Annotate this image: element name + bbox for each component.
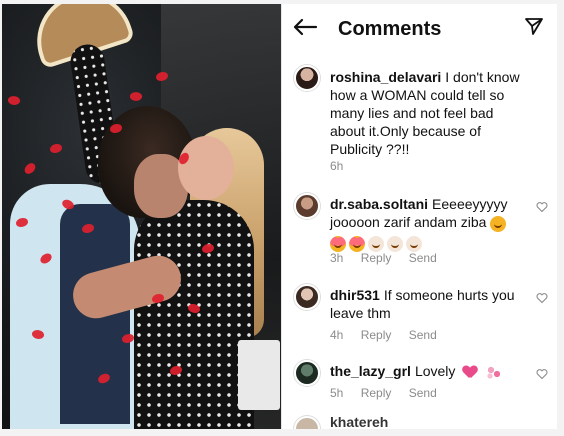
comments-panel: Comments roshina_delavari I don't know ho… xyxy=(281,4,557,429)
rose-petal xyxy=(50,144,62,153)
emoji-group xyxy=(330,235,422,252)
avatar[interactable] xyxy=(294,416,320,429)
avatar[interactable] xyxy=(294,284,320,310)
comment-time: 4h xyxy=(330,328,344,342)
reply-button[interactable]: Reply xyxy=(361,251,392,265)
comment-item: dr.saba.soltani Eeeeeyyyyy jooooon zarif … xyxy=(282,189,557,269)
comment-time: 5h xyxy=(330,386,344,400)
post-photo[interactable] xyxy=(2,4,281,429)
flowers-emoji-icon xyxy=(485,365,504,380)
heart-eyes-emoji-icon xyxy=(330,235,346,252)
comment-text: roshina_delavari I don't know how a WOMAN… xyxy=(330,68,532,158)
rose-petal xyxy=(6,94,22,107)
avatar[interactable] xyxy=(294,360,320,386)
comments-header: Comments xyxy=(282,4,557,50)
emoji-icon xyxy=(406,235,422,252)
comment-body: Lovely xyxy=(414,363,456,379)
rose-petal xyxy=(22,161,38,176)
emoji-icon xyxy=(368,235,384,252)
comment-time: 6h xyxy=(330,159,344,173)
comment-username[interactable]: roshina_delavari xyxy=(330,69,441,85)
smiling-emoji-icon xyxy=(490,216,507,233)
comment-username[interactable]: the_lazy_grl xyxy=(330,363,411,379)
heart-icon[interactable] xyxy=(536,292,548,304)
comment-item: roshina_delavari I don't know how a WOMAN… xyxy=(282,62,557,174)
send-button[interactable]: Send xyxy=(409,386,437,400)
heart-icon[interactable] xyxy=(536,368,548,380)
back-arrow-icon[interactable] xyxy=(292,18,318,36)
comment-item: the_lazy_grl Lovely 5h Reply Send xyxy=(282,356,557,404)
comment-item: dhir531 If someone hurts you leave thm 4h… xyxy=(282,280,557,346)
comment-meta: 6h xyxy=(330,159,357,173)
comment-meta: 3h Reply Send xyxy=(330,251,451,265)
heart-icon[interactable] xyxy=(536,201,548,213)
send-button[interactable]: Send xyxy=(409,328,437,342)
comment-username[interactable]: dhir531 xyxy=(330,287,380,303)
pink-heart-emoji-icon xyxy=(463,366,477,378)
comment-meta: 4h Reply Send xyxy=(330,328,451,342)
send-icon[interactable] xyxy=(524,16,544,36)
emoji-group xyxy=(490,216,507,233)
photo-woman-face xyxy=(178,136,234,200)
comment-username[interactable]: khatereh xyxy=(330,414,388,429)
avatar[interactable] xyxy=(294,193,320,219)
comment-text: dr.saba.soltani Eeeeeyyyyy jooooon zarif … xyxy=(330,195,532,252)
reply-button[interactable]: Reply xyxy=(361,386,392,400)
avatar[interactable] xyxy=(294,65,320,91)
send-button[interactable]: Send xyxy=(409,251,437,265)
comment-meta: 5h Reply Send xyxy=(330,386,451,400)
emoji-icon xyxy=(387,235,403,252)
comment-text: dhir531 If someone hurts you leave thm xyxy=(330,286,532,322)
heart-eyes-emoji-icon xyxy=(349,235,365,252)
app-frame: Comments roshina_delavari I don't know ho… xyxy=(2,4,557,429)
photo-woman-dress xyxy=(134,200,254,429)
page-title: Comments xyxy=(338,18,442,40)
photo-shopping-bag xyxy=(238,340,280,410)
comment-text: the_lazy_grl Lovely xyxy=(330,362,532,380)
comment-time: 3h xyxy=(330,251,344,265)
comment-username[interactable]: dr.saba.soltani xyxy=(330,196,428,212)
rose-petal xyxy=(129,90,143,103)
reply-button[interactable]: Reply xyxy=(361,328,392,342)
